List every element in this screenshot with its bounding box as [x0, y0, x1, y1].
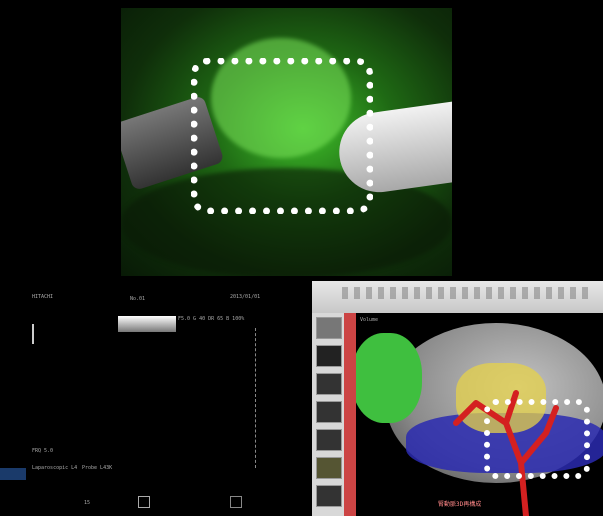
us-bottom-num: 15 [84, 500, 91, 506]
series-thumb-1[interactable] [316, 317, 342, 339]
us-footer-left-b: Laparoscopic L4 [32, 465, 78, 471]
us-status-bar [0, 468, 26, 480]
us-footer-left-a: FRQ 5.0 [32, 448, 54, 454]
workstation-roi-box [484, 399, 590, 479]
us-footer-mid: Probe L43K [82, 465, 113, 471]
series-thumb-6[interactable] [316, 457, 342, 479]
us-header-mid: No.01 [130, 296, 146, 302]
series-thumb-5[interactable] [316, 429, 342, 451]
us-left-marker [32, 324, 34, 344]
toolbar-buttons[interactable] [342, 287, 592, 299]
series-list-strip [344, 313, 356, 516]
us-bottom-icon[interactable] [138, 496, 150, 508]
us-bottom-icon-2[interactable] [230, 496, 242, 508]
series-thumb-3[interactable] [316, 373, 342, 395]
us-row-values: F5.0 G 40 DR 65 B 100% [178, 316, 245, 322]
us-depth-bar [118, 316, 176, 332]
3d-render-view: Volume 腎動脈3D再構成 [356, 313, 603, 516]
us-header-left: HITACHI [32, 294, 54, 300]
workstation-sidebar [312, 313, 344, 516]
ultrasound-view: HITACHI No.01 2013/01/01 F5.0 G 40 DR 65… [0, 288, 300, 516]
series-thumb-2[interactable] [316, 345, 342, 367]
series-thumb-4[interactable] [316, 401, 342, 423]
endoscope-view [121, 8, 452, 276]
workstation-toolbar [312, 281, 603, 313]
series-thumb-7[interactable] [316, 485, 342, 507]
us-header-right: 2013/01/01 [230, 294, 261, 300]
workstation-window: Volume 腎動脈3D再構成 [312, 281, 603, 516]
us-scale [255, 328, 258, 468]
endoscope-roi-box [191, 58, 373, 214]
render-bottom-label: 腎動脈3D再構成 [438, 501, 482, 508]
